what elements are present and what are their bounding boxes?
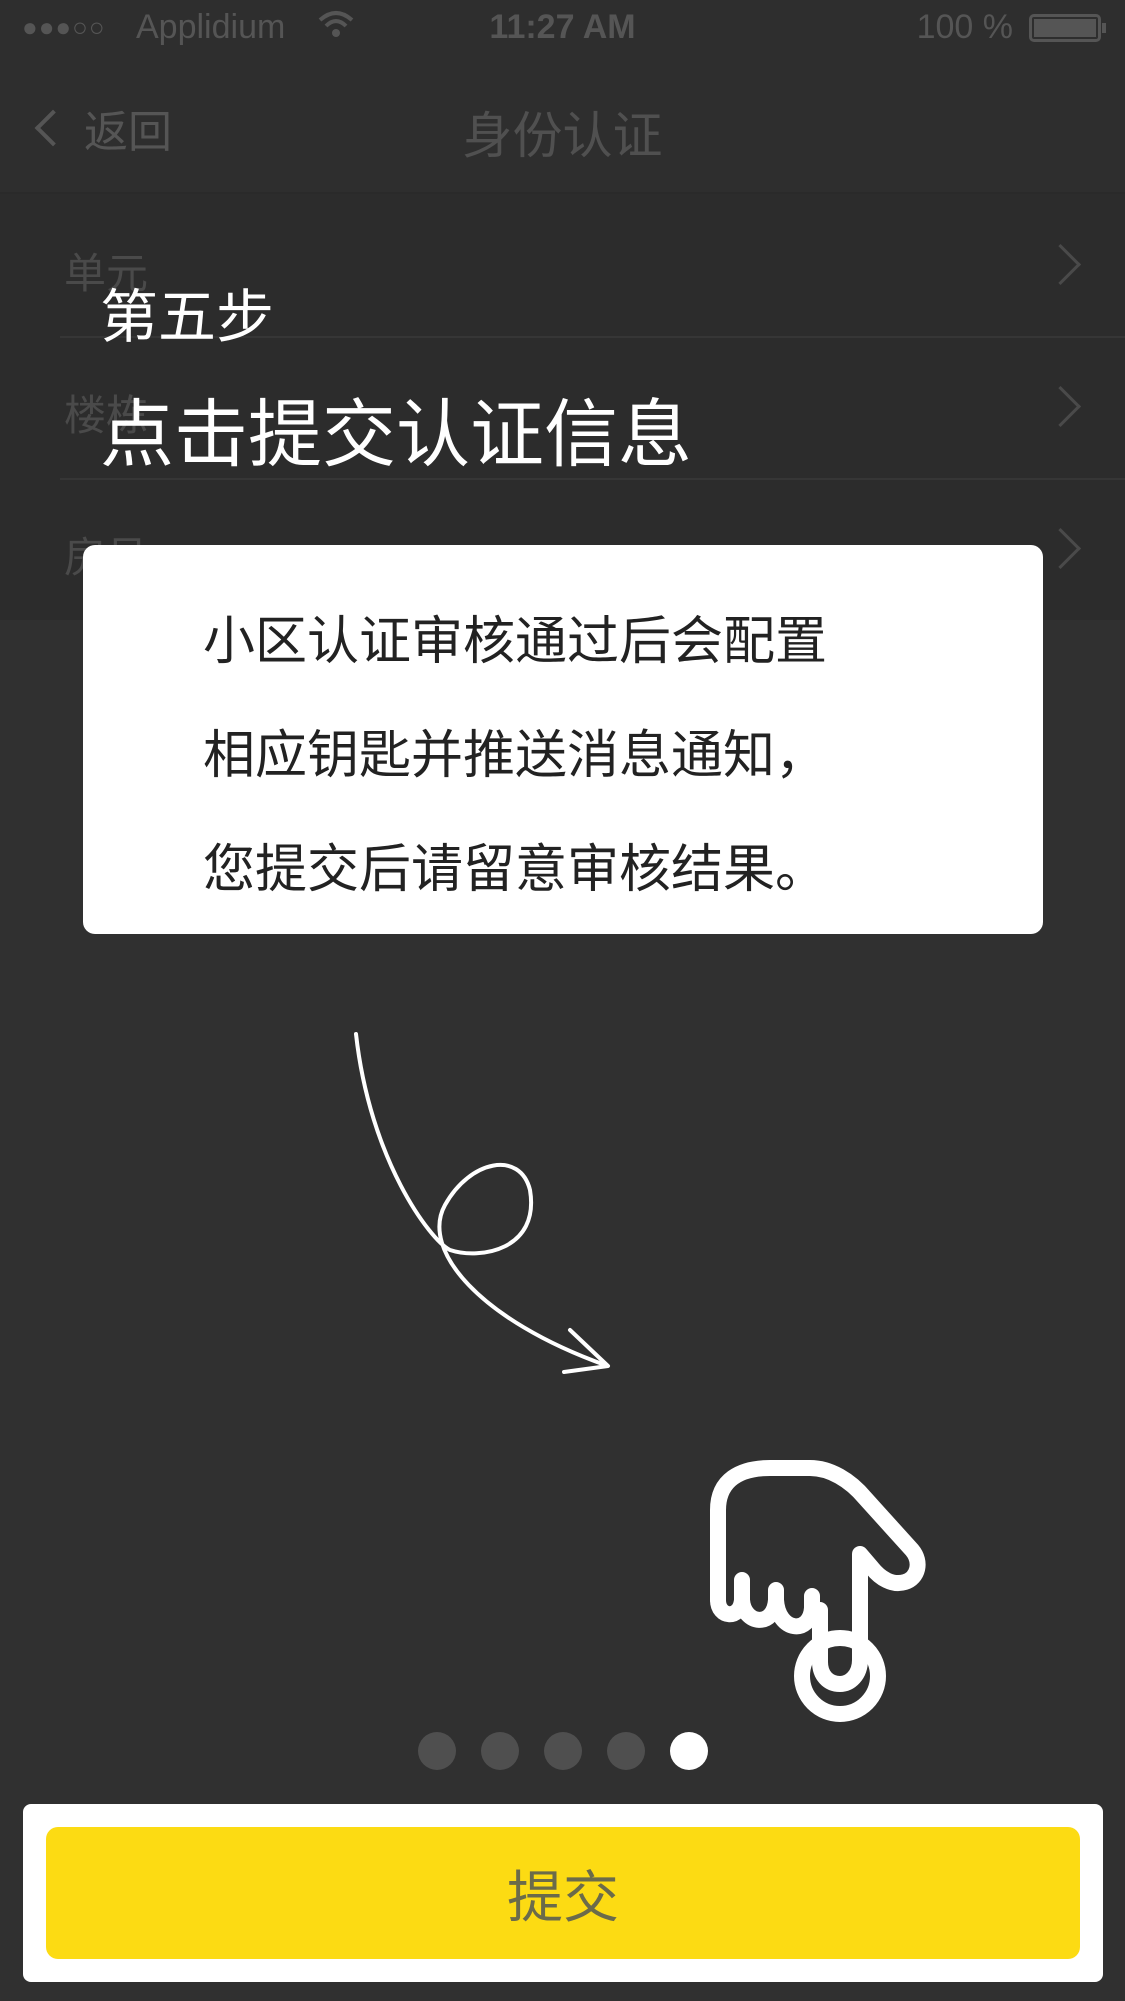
page-dot[interactable] [417,1732,456,1770]
status-bar: ●●●○○ Applidium 11:27 AM 100 % [0,0,1125,58]
guide-info-card: 小区认证审核通过后会配置 相应钥匙并推送消息通知， 您提交后请留意审核结果。 [83,545,1043,934]
chevron-right-icon [1039,243,1082,286]
page-dot-active[interactable] [669,1732,708,1770]
pointing-hand-icon [710,1460,926,1722]
battery-percent: 100 % [916,8,1013,46]
card-text-line: 您提交后请留意审核结果。 [203,840,828,900]
screen: ●●●○○ Applidium 11:27 AM 100 % 返回 身份认证 单… [0,0,1125,2001]
nav-bar: 返回 身份认证 [0,58,1125,194]
page-indicator [0,1732,1125,1770]
guide-step-title: 第五步 [100,283,275,351]
page-dot[interactable] [543,1732,582,1770]
chevron-right-icon [1039,385,1082,428]
page-dot[interactable] [606,1732,645,1770]
page-dot[interactable] [480,1732,519,1770]
footer-bar: 提交 [23,1804,1103,1982]
chevron-right-icon [1039,527,1082,570]
guide-step-instruction: 点击提交认证信息 [100,392,692,478]
card-text-line: 相应钥匙并推送消息通知， [203,726,828,786]
battery-icon [1029,14,1106,42]
card-text-line: 小区认证审核通过后会配置 [203,612,828,672]
submit-button[interactable]: 提交 [46,1827,1080,1959]
page-title: 身份认证 [462,107,663,165]
curly-arrow-icon [354,1032,610,1374]
